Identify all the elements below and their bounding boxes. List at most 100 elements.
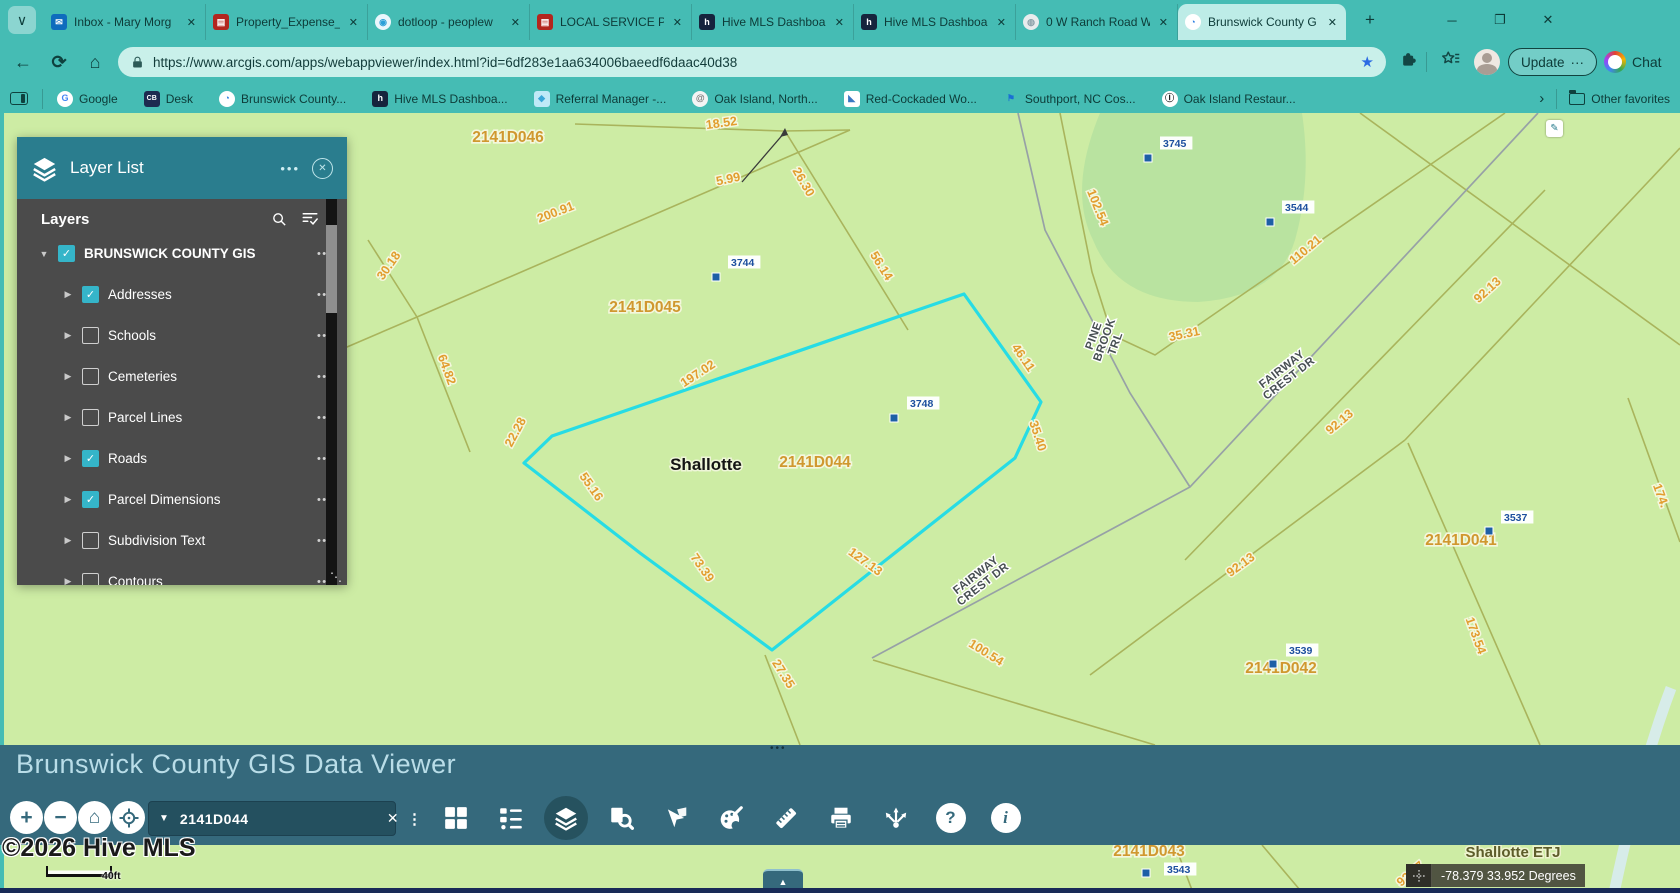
expand-caret-icon[interactable]: ▶ xyxy=(63,535,73,546)
expand-caret-icon[interactable]: ▶ xyxy=(63,289,73,300)
red-cockaded-icon: ◣ xyxy=(844,91,860,107)
url-field[interactable]: https://www.arcgis.com/apps/webappviewer… xyxy=(118,47,1386,77)
expand-caret-icon[interactable]: ▶ xyxy=(63,576,73,585)
browser-tab[interactable]: ◉dotloop - peoplew✕ xyxy=(368,4,530,40)
layer-checkbox[interactable] xyxy=(82,409,99,426)
bookmark-item[interactable]: GGoogle xyxy=(57,91,118,107)
update-button[interactable]: Update··· xyxy=(1508,48,1597,76)
legend-button[interactable] xyxy=(483,796,538,840)
layer-label[interactable]: Parcel Lines xyxy=(108,410,308,425)
crosshair-icon[interactable] xyxy=(1406,864,1432,887)
copilot-chat-button[interactable]: Chat xyxy=(1604,51,1662,73)
search-source-dropdown-icon[interactable]: ▼ xyxy=(159,813,169,824)
bookmark-item[interactable]: @Oak Island, North... xyxy=(692,91,817,107)
browser-tab[interactable]: ◍0 W Ranch Road W✕ xyxy=(1016,4,1178,40)
layer-label[interactable]: Schools xyxy=(108,328,308,343)
draw-button[interactable] xyxy=(703,796,758,840)
tab-close-icon[interactable]: ✕ xyxy=(1157,16,1170,29)
layer-label[interactable]: Addresses xyxy=(108,287,308,302)
new-tab-button[interactable]: + xyxy=(1358,8,1382,32)
layer-checkbox[interactable] xyxy=(82,573,99,585)
map-edit-icon[interactable]: ✎ xyxy=(1546,120,1563,137)
bookmark-item[interactable]: ◆Referral Manager -... xyxy=(534,91,667,107)
tab-close-icon[interactable]: ✕ xyxy=(1326,16,1339,29)
bookmark-item[interactable]: ⒾOak Island Restaur... xyxy=(1162,91,1296,107)
layer-checkbox[interactable] xyxy=(82,368,99,385)
browser-tab[interactable]: ▤Property_Expense_a✕ xyxy=(206,4,368,40)
expand-caret-icon[interactable]: ▶ xyxy=(63,330,73,341)
expand-caret-icon[interactable]: ▶ xyxy=(63,371,73,382)
tab-close-icon[interactable]: ✕ xyxy=(833,16,846,29)
favorites-icon[interactable] xyxy=(1440,49,1462,71)
layer-label[interactable]: Roads xyxy=(108,451,308,466)
sidebar-panel-icon[interactable] xyxy=(10,92,28,105)
minimize-button[interactable]: ─ xyxy=(1428,0,1476,40)
browser-tab[interactable]: ▤LOCAL SERVICE PR✕ xyxy=(530,4,692,40)
more-tools-icon[interactable]: ⋮ xyxy=(407,801,422,836)
layer-checkbox[interactable]: ✓ xyxy=(82,286,99,303)
browser-tab[interactable]: hHive MLS Dashboa✕ xyxy=(692,4,854,40)
select-button[interactable] xyxy=(648,796,703,840)
collapse-caret-icon[interactable]: ▼ xyxy=(39,249,49,259)
panel-close-icon[interactable]: ✕ xyxy=(312,158,333,179)
expand-caret-icon[interactable]: ▶ xyxy=(63,494,73,505)
home-extent-button[interactable]: ⌂ xyxy=(78,801,111,834)
layer-label[interactable]: Cemeteries xyxy=(108,369,308,384)
bookmarks-overflow-icon[interactable]: › xyxy=(1539,90,1544,107)
other-favorites-button[interactable]: Other favorites xyxy=(1569,92,1670,106)
layer-search-icon[interactable] xyxy=(271,211,288,228)
tab-close-icon[interactable]: ✕ xyxy=(509,16,522,29)
profile-avatar[interactable] xyxy=(1474,49,1500,75)
tab-close-icon[interactable]: ✕ xyxy=(995,16,1008,29)
layer-checkbox[interactable]: ✓ xyxy=(82,491,99,508)
help-button[interactable]: ? xyxy=(923,796,978,840)
layer-filter-icon[interactable] xyxy=(301,210,319,228)
panel-resize-handle[interactable]: ⋱ xyxy=(330,570,342,584)
measure-button[interactable] xyxy=(758,796,813,840)
layer-checkbox[interactable] xyxy=(82,532,99,549)
tab-search-button[interactable]: ∨ xyxy=(8,6,36,34)
zoom-out-button[interactable]: − xyxy=(44,801,77,834)
back-icon[interactable]: ← xyxy=(12,51,34,73)
bookmark-item[interactable]: CBDesk xyxy=(144,91,193,107)
my-location-button[interactable] xyxy=(112,801,145,834)
restore-button[interactable]: ❐ xyxy=(1476,0,1524,40)
tab-close-icon[interactable]: ✕ xyxy=(185,16,198,29)
layer-checkbox[interactable] xyxy=(82,327,99,344)
zoom-in-button[interactable]: + xyxy=(10,801,43,834)
panel-more-icon[interactable]: ••• xyxy=(280,161,300,176)
panel-scrollbar[interactable] xyxy=(326,199,337,585)
search-clear-icon[interactable]: ✕ xyxy=(387,810,399,827)
layer-label[interactable]: BRUNSWICK COUNTY GIS xyxy=(84,246,308,261)
basemap-gallery-button[interactable] xyxy=(428,796,483,840)
layer-checkbox[interactable]: ✓ xyxy=(58,245,75,262)
tab-close-icon[interactable]: ✕ xyxy=(671,16,684,29)
bookmark-item[interactable]: hHive MLS Dashboa... xyxy=(372,91,507,107)
expand-caret-icon[interactable]: ▶ xyxy=(63,412,73,423)
browser-tab[interactable]: ✉Inbox - Mary Morg✕ xyxy=(44,4,206,40)
layer-list-body: Layers ▼✓BRUNSWICK COUNTY GIS•••▶✓Addres… xyxy=(17,199,347,585)
layer-label[interactable]: Contours xyxy=(108,574,308,585)
bookmark-star-icon[interactable]: ★ xyxy=(1361,53,1374,71)
refresh-icon[interactable]: ⟳ xyxy=(48,51,70,73)
print-button[interactable] xyxy=(813,796,868,840)
layer-list-button[interactable] xyxy=(538,796,593,840)
browser-tab[interactable]: hHive MLS Dashboa✕ xyxy=(854,4,1016,40)
close-button[interactable]: ✕ xyxy=(1524,0,1572,40)
expand-caret-icon[interactable]: ▶ xyxy=(63,453,73,464)
map-more-handle[interactable]: ••• xyxy=(770,743,787,754)
layer-label[interactable]: Subdivision Text xyxy=(108,533,308,548)
home-icon[interactable]: ⌂ xyxy=(84,51,106,73)
layer-checkbox[interactable]: ✓ xyxy=(82,450,99,467)
extensions-icon[interactable] xyxy=(1399,49,1419,69)
bookmark-item[interactable]: ⚑Southport, NC Cos... xyxy=(1003,91,1136,107)
share-button[interactable] xyxy=(868,796,923,840)
bookmark-item[interactable]: ◣Red-Cockaded Wo... xyxy=(844,91,977,107)
browser-tab-active[interactable]: ◔Brunswick County G✕ xyxy=(1178,4,1346,40)
tab-close-icon[interactable]: ✕ xyxy=(347,16,360,29)
bookmark-item[interactable]: ◔Brunswick County... xyxy=(219,91,346,107)
layer-label[interactable]: Parcel Dimensions xyxy=(108,492,308,507)
attribute-search-button[interactable] xyxy=(593,796,648,840)
search-input[interactable] xyxy=(178,810,378,828)
about-button[interactable]: i xyxy=(978,796,1033,840)
